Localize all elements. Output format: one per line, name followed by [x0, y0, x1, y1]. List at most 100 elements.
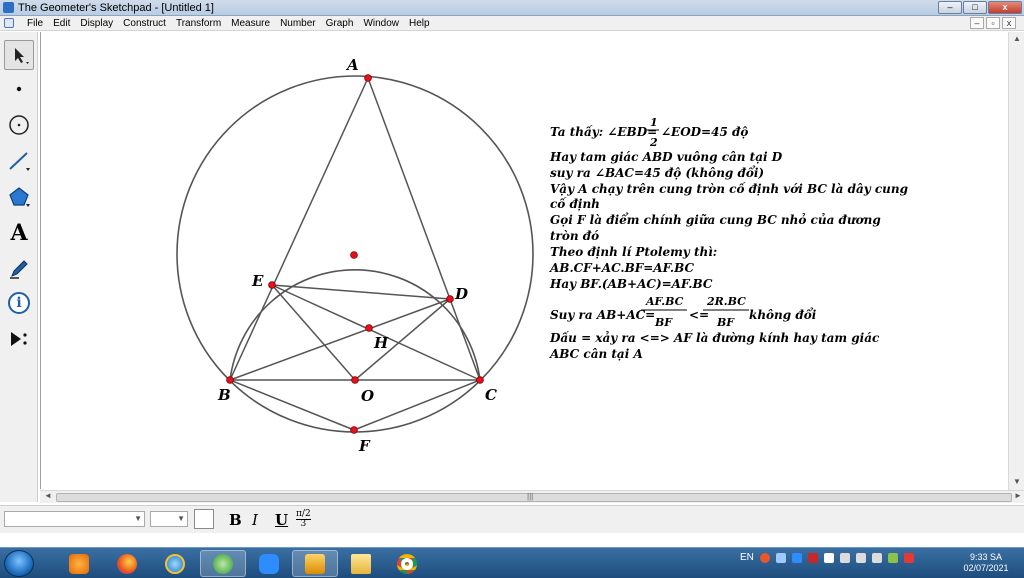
notes-suyra-frac2-num: 2R.BC — [706, 295, 746, 308]
compass-tool[interactable] — [4, 110, 34, 140]
close-button[interactable]: x — [988, 1, 1022, 14]
point-tool[interactable] — [4, 74, 34, 104]
menu-display[interactable]: Display — [75, 17, 118, 30]
vertical-scrollbar[interactable]: ▲ ▼ — [1008, 32, 1024, 490]
point-o[interactable] — [351, 376, 359, 384]
point-d[interactable] — [446, 295, 454, 303]
document-icon[interactable] — [4, 18, 14, 28]
notes-last-line-2: ABC cân tại A — [549, 347, 643, 361]
horizontal-scrollbar[interactable]: ◄ ||| ► — [40, 490, 1024, 503]
info-glyph: i — [16, 295, 22, 311]
zoom-tray-icon[interactable] — [791, 552, 802, 563]
menu-bar: File Edit Display Construct Transform Measure… — [0, 16, 1024, 31]
geometry-figure[interactable]: A B C D E F H O Ta thấy: ∠EBD=1 2∠EOD=45 độ Hay t… — [41, 32, 1008, 489]
text-format-bar: ▼ ▼ B I U π/2 3 — [0, 505, 1024, 533]
toolbox: A i — [0, 32, 38, 502]
taskbar-windows-media-player[interactable] — [56, 550, 102, 577]
doc-restore-button[interactable]: ▫ — [986, 17, 1000, 29]
menu-list: File Edit Display Construct Transform Measure… — [22, 17, 435, 30]
point-m[interactable] — [350, 251, 358, 259]
minimize-button[interactable]: – — [938, 1, 962, 14]
scroll-right-icon[interactable]: ► — [1014, 491, 1022, 500]
notes-text[interactable]: Ta thấy: ∠EBD=1 2∠EOD=45 độ Hay tam giác A… — [549, 116, 908, 361]
doc-close-button[interactable]: x — [1002, 17, 1016, 29]
chevron-down-icon: ▼ — [134, 514, 142, 523]
marker-pen-icon — [10, 260, 28, 279]
compass-circle-icon — [9, 115, 29, 135]
notes-line-2: Hay tam giác ABD vuông cân tại D — [549, 150, 783, 164]
segment-bf[interactable] — [229, 379, 355, 431]
menu-help[interactable]: Help — [404, 17, 435, 30]
taskbar-coccoc[interactable] — [200, 550, 246, 577]
menu-graph[interactable]: Graph — [321, 17, 359, 30]
polygon-tool[interactable] — [4, 182, 34, 212]
network-tray-icon[interactable] — [775, 552, 786, 563]
custom-tool[interactable] — [4, 324, 34, 354]
arrow-select-tool[interactable] — [4, 40, 34, 70]
italic-button[interactable]: I — [252, 511, 258, 529]
taskbar-zoom[interactable] — [246, 550, 292, 577]
information-tool[interactable]: i — [4, 288, 34, 318]
show-hidden-icon[interactable] — [823, 552, 834, 563]
menu-transform[interactable]: Transform — [171, 17, 226, 30]
point-a[interactable] — [364, 74, 372, 82]
chrome-icon — [397, 553, 417, 574]
underline-button[interactable]: U — [275, 511, 288, 529]
start-button[interactable] — [4, 550, 34, 577]
sketch-canvas[interactable]: A B C D E F H O Ta thấy: ∠EBD= 1 2 ∠EOD=45 độ Hay t… — [40, 32, 1007, 489]
security-icon[interactable] — [903, 552, 914, 563]
taskbar-firefox[interactable] — [104, 550, 150, 577]
math-format-button[interactable]: π/2 3 — [296, 510, 311, 529]
bold-button[interactable]: B — [229, 511, 242, 529]
volume-icon[interactable] — [839, 552, 850, 563]
taskbar-chrome[interactable] — [384, 550, 430, 577]
straightedge-tool[interactable] — [4, 146, 34, 176]
coccoc-tray-icon[interactable] — [759, 552, 770, 563]
scroll-up-icon[interactable]: ▲ — [1013, 34, 1021, 43]
segment-eo[interactable] — [271, 284, 356, 381]
notes-line-1-start: Ta thấy: ∠EBD= — [550, 124, 657, 139]
menu-file[interactable]: File — [22, 17, 48, 30]
menu-construct[interactable]: Construct — [118, 17, 171, 30]
signal-icon[interactable] — [855, 552, 866, 563]
text-tool[interactable]: A — [4, 218, 34, 248]
clock-time: 9:33 SA — [969, 552, 1003, 562]
maximize-button[interactable]: □ — [963, 1, 987, 14]
speaker-icon[interactable] — [871, 552, 882, 563]
font-size-select[interactable]: ▼ — [150, 511, 188, 527]
notes-line-6: Gọi F là điểm chính giữa cung BC nhỏ của… — [550, 212, 881, 227]
point-h[interactable] — [365, 324, 373, 332]
horizontal-scroll-thumb[interactable]: ||| — [56, 492, 1012, 502]
battery-icon[interactable] — [887, 552, 898, 563]
segment-do[interactable] — [354, 298, 451, 381]
notes-suyra-end: không đổi — [749, 307, 817, 322]
menu-number[interactable]: Number — [275, 17, 321, 30]
doc-minimize-button[interactable]: – — [970, 17, 984, 29]
firefox-icon — [117, 553, 137, 574]
taskbar-clock[interactable]: 9:33 SA 02/07/2021 — [954, 552, 1018, 574]
scroll-left-icon[interactable]: ◄ — [44, 491, 52, 500]
point-f[interactable] — [350, 426, 358, 434]
notes-suyra-start: Suy ra AB+AC= — [550, 308, 655, 322]
font-family-select[interactable]: ▼ — [4, 511, 145, 527]
segment-bd[interactable] — [229, 298, 451, 381]
language-indicator[interactable]: EN — [740, 552, 754, 563]
text-color-swatch[interactable] — [194, 509, 214, 529]
notes-last-line-1: Dấu = xảy ra <=> AF là đường kính hay ta… — [549, 330, 880, 345]
taskbar-file-explorer[interactable] — [338, 550, 384, 577]
menu-window[interactable]: Window — [358, 17, 404, 30]
menu-edit[interactable]: Edit — [48, 17, 75, 30]
coccoc-icon — [213, 553, 233, 574]
marker-tool[interactable] — [4, 254, 34, 284]
taskbar-sketchpad[interactable] — [292, 550, 338, 577]
point-b[interactable] — [226, 376, 234, 384]
unikey-tray-icon[interactable] — [807, 552, 818, 563]
notes-line-5: cố định — [550, 196, 600, 211]
point-e[interactable] — [268, 281, 276, 289]
point-icon — [16, 86, 22, 92]
segment-ab[interactable] — [229, 77, 369, 381]
scroll-down-icon[interactable]: ▼ — [1013, 477, 1021, 486]
taskbar-internet-explorer[interactable] — [152, 550, 198, 577]
point-c[interactable] — [476, 376, 484, 384]
menu-measure[interactable]: Measure — [226, 17, 275, 30]
